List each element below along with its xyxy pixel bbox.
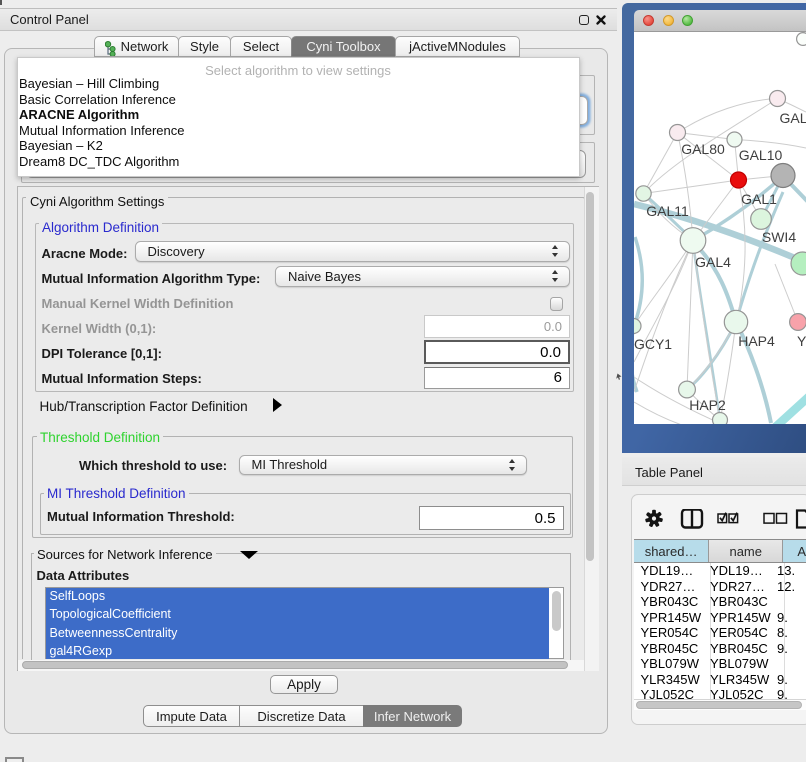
svg-text:GCY1: GCY1: [634, 336, 672, 352]
svg-text:GAL80: GAL80: [681, 141, 725, 157]
svg-text:Y: Y: [797, 333, 806, 349]
svg-text:GAL: GAL: [780, 110, 806, 126]
svg-text:HAP4: HAP4: [738, 333, 775, 349]
svg-text:HAP2: HAP2: [689, 397, 726, 413]
svg-text:GAL10: GAL10: [739, 147, 783, 163]
svg-text:SWI4: SWI4: [762, 229, 796, 245]
svg-text:GAL1: GAL1: [741, 191, 777, 207]
svg-text:GAL11: GAL11: [646, 203, 689, 219]
svg-text:GAL4: GAL4: [695, 254, 731, 270]
